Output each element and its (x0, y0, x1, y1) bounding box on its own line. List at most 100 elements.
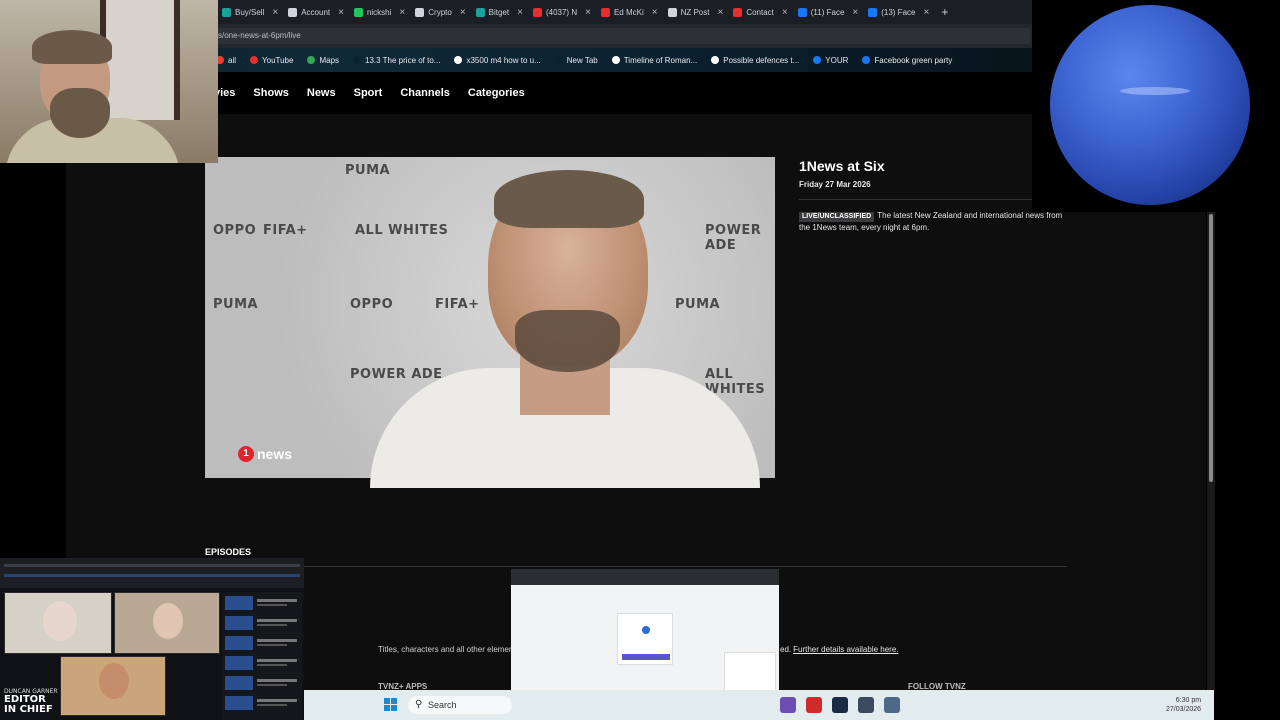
bookmark-favicon-icon (250, 56, 259, 64)
app-icon[interactable] (806, 697, 822, 713)
clock-date: 27/03/2026 (1166, 706, 1202, 713)
tab-label: NZ Post (680, 7, 710, 17)
bookmark-item[interactable]: Maps (307, 56, 339, 65)
list-item[interactable] (225, 636, 299, 650)
list-item[interactable] (225, 696, 299, 710)
browser-tab[interactable]: Crypto × (411, 0, 471, 24)
taskbar-clock[interactable]: 6:30 pm 27/03/2026 (1166, 696, 1201, 714)
bookmark-item[interactable]: New Tab (554, 55, 598, 65)
gamepad-icon[interactable] (858, 697, 874, 713)
bookmark-item[interactable]: YouTube (250, 56, 293, 65)
bookmark-favicon-icon (353, 56, 362, 64)
footer-legal-start: Titles, characters and all other elemen (378, 645, 514, 654)
windows-taskbar: ⚲ Search 6:30 pm 27/03/2026 (304, 690, 1214, 720)
new-tab-button[interactable]: + (941, 5, 948, 19)
neptune-image (1050, 5, 1250, 205)
tab-label: Buy/Sell (235, 7, 265, 17)
browser-tab[interactable]: Buy/Sell × (218, 0, 284, 24)
page-scrollbar[interactable] (1207, 212, 1215, 690)
tab-label: (13) Face (881, 7, 916, 17)
bookmark-label: YouTube (262, 55, 294, 65)
footer-legal-text: Titles, characters and all other elemen (378, 645, 513, 654)
list-item[interactable] (225, 596, 299, 610)
browser-tab[interactable]: nickshi × (350, 0, 411, 24)
planet-cloud-band (1120, 87, 1190, 95)
browser-tab[interactable]: Bitget × (472, 0, 529, 24)
close-icon[interactable]: × (923, 7, 929, 18)
windows-start-icon[interactable] (384, 698, 398, 712)
browser-tab[interactable]: Contact × (729, 0, 793, 24)
steam-icon[interactable] (832, 697, 848, 713)
browser-tab[interactable]: (4037) N × (529, 0, 597, 24)
nav-shows[interactable]: Shows (253, 87, 288, 99)
nav-sport[interactable]: Sport (354, 87, 383, 99)
tab-label: Contact (746, 7, 774, 17)
taskbar-search[interactable]: ⚲ Search (408, 696, 512, 714)
close-icon[interactable]: × (717, 7, 723, 18)
footer-link-text[interactable]: Further details available here. (793, 645, 898, 654)
url-field[interactable]: s/one-news-at-6pm/live (212, 28, 1030, 44)
close-icon[interactable]: × (338, 7, 344, 18)
tab-favicon-icon (415, 7, 425, 17)
close-icon[interactable]: × (652, 7, 658, 18)
close-icon[interactable]: × (460, 7, 466, 18)
close-icon[interactable]: × (517, 7, 523, 18)
tab-label: (11) Face (810, 7, 845, 17)
nav-news[interactable]: News (307, 87, 336, 99)
1news-logo-mark: 1 (238, 446, 254, 462)
bookmark-label: ail (228, 55, 237, 65)
popup-chrome (511, 569, 779, 585)
bookmark-favicon-icon (307, 56, 316, 64)
planet-overlay (1032, 0, 1280, 212)
call-bookmark-strip (4, 574, 300, 577)
bookmark-favicon-icon (862, 56, 871, 64)
bookmark-item[interactable]: YOUR (813, 56, 848, 65)
nav-categories[interactable]: Categories (468, 87, 525, 99)
program-title: 1News at Six (799, 158, 885, 174)
bookmark-item[interactable]: 13.3 The price of to... (353, 56, 440, 65)
participant-face (153, 603, 183, 639)
login-card (617, 613, 673, 665)
call-browser-chrome (0, 558, 304, 588)
streamer-hair (32, 30, 112, 64)
close-icon[interactable]: × (399, 7, 405, 18)
close-icon[interactable]: × (782, 7, 788, 18)
bookmark-label: New Tab (566, 55, 598, 65)
list-item[interactable] (225, 656, 299, 670)
sign-in-button[interactable] (622, 654, 670, 660)
sponsor-logo: OPPO (350, 297, 394, 312)
browser-tab[interactable]: Account × (284, 0, 350, 24)
divider (799, 199, 1032, 200)
scrollbar-thumb[interactable] (1209, 214, 1213, 482)
bookmark-item[interactable]: Possible defences t... (711, 56, 799, 65)
tab-favicon-icon (797, 7, 807, 17)
bookmark-item[interactable]: ail (216, 56, 236, 65)
tab-label: Bitget (488, 7, 510, 17)
call-tab-strip (4, 564, 300, 567)
footer-legal-end: ed. (780, 645, 792, 654)
close-icon[interactable]: × (272, 7, 278, 18)
bookmark-favicon-icon (611, 56, 620, 64)
browser-tab[interactable]: (11) Face × (794, 0, 864, 24)
close-icon[interactable]: × (585, 7, 591, 18)
list-item[interactable] (225, 676, 299, 690)
settings-icon[interactable] (884, 697, 900, 713)
bookmark-item[interactable]: Timeline of Roman... (611, 56, 697, 65)
app-icon[interactable] (780, 697, 796, 713)
close-icon[interactable]: × (852, 7, 858, 18)
call-participant-tile (4, 592, 112, 654)
footer-details-link[interactable]: ed. Further details available here. (780, 645, 899, 654)
program-date: Friday 27 Mar 2026 (799, 180, 871, 189)
tab-favicon-icon (222, 7, 231, 17)
bookmark-item[interactable]: x3500 m4 how to u... (454, 56, 541, 65)
background-window (100, 0, 180, 120)
browser-tab[interactable]: (13) Face × (864, 0, 935, 24)
tab-label: Account (301, 7, 331, 17)
video-suggestions (222, 592, 302, 720)
list-item[interactable] (225, 616, 299, 630)
browser-tab[interactable]: NZ Post × (664, 0, 730, 24)
nav-channels[interactable]: Channels (400, 87, 450, 99)
tab-label: (4037) N (545, 7, 578, 17)
browser-tab[interactable]: Ed McKi × (597, 0, 664, 24)
bookmark-item[interactable]: Facebook green party (862, 56, 952, 65)
